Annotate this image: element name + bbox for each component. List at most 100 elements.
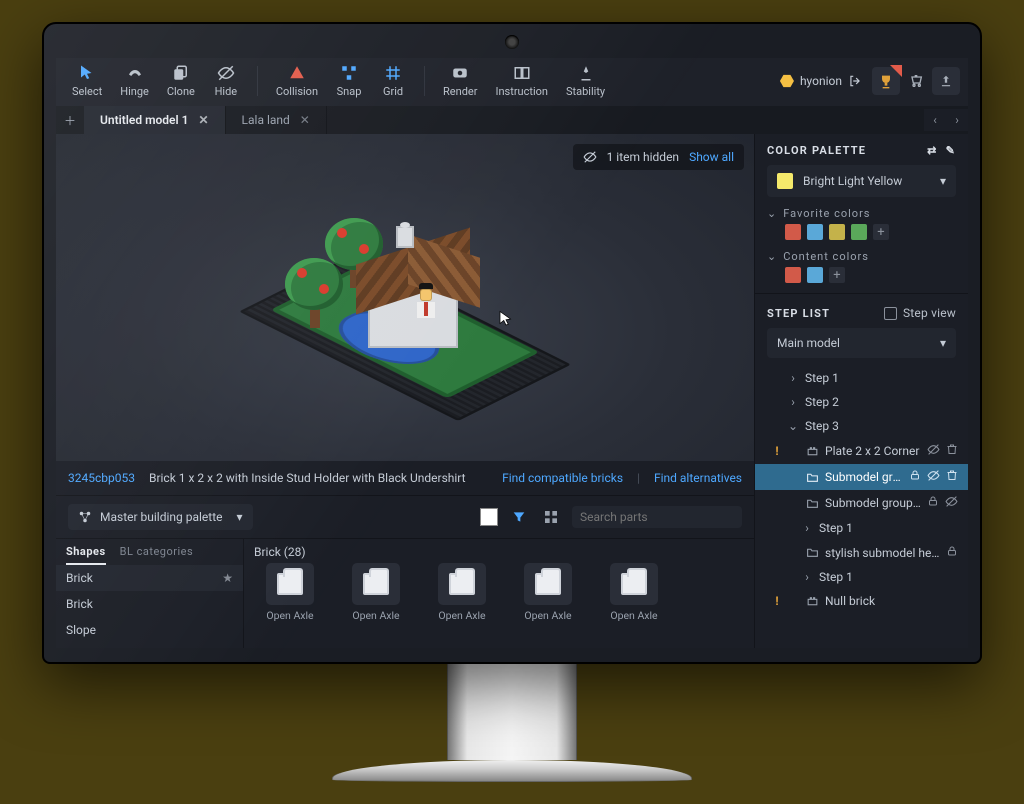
chevron-right-icon[interactable]: › [787,395,799,409]
color-swatch[interactable] [851,224,867,240]
grid-tool[interactable]: Grid [372,62,414,100]
step-label: Step 2 [805,395,958,409]
model-illustration [205,158,605,438]
eyedropper-icon[interactable]: ✎ [946,144,956,157]
chevron-down-icon: ▾ [237,510,243,524]
chevron-right-icon[interactable]: › [801,521,813,535]
step-row[interactable]: !Plate 2 x 2 Corner [755,438,968,464]
step-label: Submodel group 2 [825,496,921,510]
collision-tool[interactable]: Collision [268,62,326,100]
upload-button[interactable] [932,67,960,95]
category-item[interactable]: Slope [56,617,243,643]
stability-tool[interactable]: Stability [558,62,613,100]
hinge-tool[interactable]: Hinge [112,62,157,100]
lock-icon[interactable] [909,469,921,485]
lock-icon[interactable] [946,545,958,560]
hide-icon[interactable] [927,443,940,459]
folder-icon [805,497,819,510]
trash-icon[interactable] [946,469,958,485]
search-input[interactable] [580,510,736,524]
step-row[interactable]: › Step 2 [755,390,968,414]
part-id-link[interactable]: 3245cbp053 [68,471,135,485]
part-tile[interactable]: Open Axle [340,563,412,642]
favorite-colors-toggle[interactable]: Favorite colors [767,207,956,220]
step-row[interactable]: !Null brick [755,589,968,613]
part-tile[interactable]: Open Axle [598,563,670,642]
step-label: Step 1 [819,521,958,535]
hidden-count-label: 1 item hidden [607,150,679,164]
warning-icon: ! [773,594,781,608]
filter-button[interactable] [508,506,530,528]
hide-icon[interactable] [945,495,958,511]
find-alternatives-link[interactable]: Find alternatives [654,471,742,485]
trash-icon[interactable] [946,443,958,459]
current-color-swatch[interactable] [480,508,498,526]
chevron-right-icon[interactable]: › [801,570,813,584]
category-item[interactable]: Brick★ [56,565,243,591]
step-tree: ›Step 1›Step 2⌄Step 3!Plate 2 x 2 Corner… [755,366,968,648]
star-icon[interactable]: ★ [222,571,233,585]
step-list-header: STEP LIST Step view [755,293,968,328]
category-item[interactable]: Brick [56,591,243,617]
step-label: Plate 2 x 2 Corner [825,444,921,458]
history-back-button[interactable]: ‹ [924,109,946,131]
instruction-tool[interactable]: Instruction [487,62,556,100]
find-compatible-link[interactable]: Find compatible bricks [502,471,623,485]
step-row[interactable]: Submodel group 2 [755,490,968,516]
tab-untitled-model-1[interactable]: Untitled model 1✕ [84,106,226,134]
clone-tool[interactable]: Clone [159,62,203,100]
part-tile[interactable]: Open Axle [512,563,584,642]
snap-tool[interactable]: Snap [328,62,370,100]
add-color-button[interactable]: + [873,224,889,240]
color-swatch[interactable] [785,267,801,283]
new-tab-button[interactable]: ＋ [56,112,84,129]
hide-tool[interactable]: Hide [205,62,247,100]
part-icon [805,445,819,458]
view-grid-button[interactable] [540,506,562,528]
favorite-colors-row: + [785,224,956,240]
step-row[interactable]: › Step 1 [755,516,968,540]
close-icon[interactable]: ✕ [198,113,208,127]
step-row[interactable]: stylish submodel here y… [755,540,968,565]
tab-shapes[interactable]: Shapes [66,545,106,565]
search-parts-field[interactable] [572,506,742,528]
tab-bl-categories[interactable]: BL categories [120,545,194,565]
palette-dropdown[interactable]: Master building palette ▾ [68,504,253,530]
step-row[interactable]: Submodel group 1 [755,464,968,490]
render-tool[interactable]: Render [435,62,485,100]
step-view-checkbox[interactable]: Step view [884,306,956,320]
content-colors-toggle[interactable]: Content colors [767,250,956,263]
viewport-canvas[interactable]: 1 item hidden Show all [56,134,754,461]
cart-button[interactable] [902,67,930,95]
color-palette-header: COLOR PALETTE ⇄ ✎ [755,134,968,165]
step-row[interactable]: ›Step 1 [755,366,968,390]
show-all-link[interactable]: Show all [689,150,734,164]
add-color-button[interactable]: + [829,267,845,283]
lock-icon[interactable] [927,495,939,511]
color-swatch[interactable] [807,224,823,240]
step-label: Step 1 [819,570,958,584]
step-row[interactable]: › Step 1 [755,565,968,589]
account-menu[interactable]: hyonion [772,70,870,92]
palette-settings-icon[interactable]: ⇄ [927,144,937,157]
parts-grid: Open Axle Open Axle Open Axle Open Axle … [244,561,754,648]
part-tile[interactable]: Open Axle [254,563,326,642]
color-swatch[interactable] [807,267,823,283]
part-name-label: Brick 1 x 2 x 2 with Inside Stud Holder … [149,471,466,485]
step-row[interactable]: ⌄ Step 3 [755,414,968,438]
selected-color-dropdown[interactable]: Bright Light Yellow ▾ [767,165,956,197]
color-swatch[interactable] [829,224,845,240]
trophy-button[interactable] [872,67,900,95]
model-dropdown[interactable]: Main model ▾ [767,328,956,358]
color-swatch[interactable] [785,224,801,240]
chevron-down-icon[interactable]: ⌄ [787,419,799,433]
close-icon[interactable]: ✕ [300,113,310,127]
select-tool[interactable]: Select [64,62,110,100]
chevron-right-icon[interactable]: › [787,371,799,385]
history-forward-button[interactable]: › [946,109,968,131]
tab-lala-land[interactable]: Lala land✕ [226,106,327,134]
part-tile[interactable]: Open Axle [426,563,498,642]
palette-toolbar: Master building palette ▾ [56,495,754,538]
hide-icon[interactable] [927,469,940,485]
step-label: Step 3 [805,419,958,433]
